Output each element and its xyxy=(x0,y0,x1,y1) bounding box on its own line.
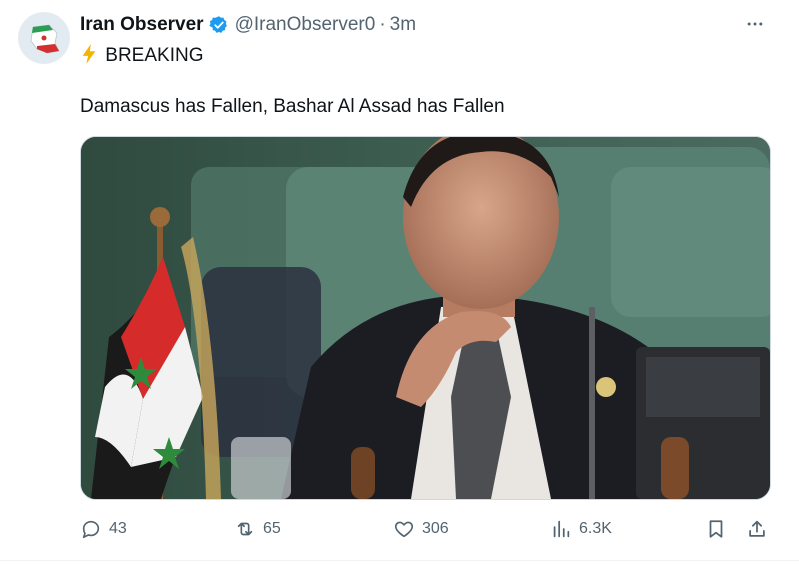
views-icon xyxy=(553,520,570,538)
view-count: 6.3K xyxy=(579,520,612,537)
tweet-header: Iran Observer @IranObserver0 · 3m xyxy=(80,12,416,38)
repost-count: 65 xyxy=(263,520,281,537)
time-separator: · xyxy=(379,14,386,35)
repost-button[interactable]: 65 xyxy=(234,513,281,545)
repost-icon xyxy=(237,522,253,536)
views-button[interactable]: 6.3K xyxy=(550,513,612,545)
verified-badge-icon xyxy=(208,15,229,35)
divider xyxy=(0,560,799,561)
timestamp[interactable]: 3m xyxy=(390,14,416,36)
breaking-label: BREAKING xyxy=(105,45,204,66)
lightning-icon xyxy=(80,44,103,66)
more-icon[interactable] xyxy=(742,12,768,36)
reply-icon xyxy=(82,520,100,539)
share-button[interactable] xyxy=(746,513,768,545)
author-handle[interactable]: @IranObserver0 xyxy=(235,14,376,36)
avatar[interactable] xyxy=(18,12,70,64)
like-icon xyxy=(394,521,414,538)
author-name[interactable]: Iran Observer xyxy=(80,14,204,36)
reply-count: 43 xyxy=(109,520,127,537)
tweet-photo[interactable] xyxy=(80,136,771,500)
like-button[interactable]: 306 xyxy=(393,513,449,545)
tweet-text: Damascus has Fallen, Bashar Al Assad has… xyxy=(80,96,505,117)
action-bar: 43 65 306 6.3K xyxy=(0,513,799,545)
bookmark-icon xyxy=(709,520,723,538)
share-icon xyxy=(749,520,765,537)
tweet[interactable]: Iran Observer @IranObserver0 · 3m BREAKI… xyxy=(0,0,799,567)
like-count: 306 xyxy=(422,520,449,537)
reply-button[interactable]: 43 xyxy=(80,513,127,545)
bookmark-button[interactable] xyxy=(705,513,727,545)
breaking-line: BREAKING xyxy=(80,44,203,67)
